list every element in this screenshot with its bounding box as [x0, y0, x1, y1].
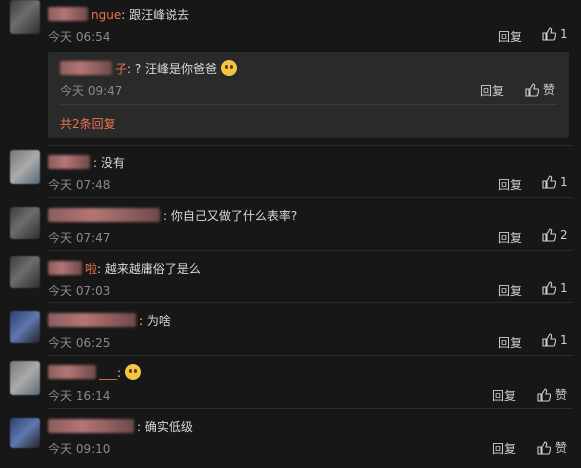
like-button[interactable]: 1: [542, 333, 568, 347]
comment-text: 为啥: [146, 314, 171, 328]
smirk-emoji-icon: [124, 364, 141, 380]
like-button[interactable]: 2: [542, 228, 568, 242]
comment-text: 越来越庸俗了是么: [104, 262, 201, 276]
divider: [60, 104, 557, 105]
comment-time: 今天 07:48: [48, 178, 111, 192]
comment-time: 今天 07:03: [48, 284, 111, 298]
comment-time: 今天 16:14: [48, 389, 111, 403]
reply-button[interactable]: 回复: [498, 334, 522, 351]
like-label: 赞: [555, 388, 568, 402]
like-label: 赞: [555, 441, 568, 455]
divider: [48, 197, 573, 198]
like-count: 1: [560, 333, 568, 347]
comment-line: ___:: [48, 364, 141, 380]
reply-button[interactable]: 回复: [498, 176, 522, 193]
reply-button[interactable]: 回复: [492, 440, 516, 457]
rolling-eyes-emoji-icon: [220, 60, 237, 76]
comment-time: 今天 06:25: [48, 336, 111, 350]
like-count: 2: [560, 228, 568, 242]
thumbs-up-icon: [542, 175, 556, 189]
username-blurred[interactable]: [48, 261, 82, 275]
comment-text: 跟汪峰说去: [129, 8, 190, 22]
avatar[interactable]: [10, 0, 40, 34]
username-blurred[interactable]: [48, 313, 136, 327]
reply-button[interactable]: 回复: [498, 282, 522, 299]
username-blurred[interactable]: [48, 155, 90, 169]
like-count: 1: [560, 175, 568, 189]
divider: [48, 145, 573, 146]
thumbs-up-icon: [537, 387, 551, 402]
like-button[interactable]: 1: [542, 27, 568, 41]
thumbs-up-icon: [542, 228, 556, 242]
avatar[interactable]: [10, 418, 40, 448]
username-blurred[interactable]: [48, 365, 96, 379]
username[interactable]: ___: [99, 366, 117, 380]
reply-button[interactable]: 回复: [498, 229, 522, 246]
thumbs-up-icon: [525, 82, 539, 97]
reply-button[interactable]: 回复: [498, 28, 522, 45]
comment-line: : 为啥: [48, 312, 171, 329]
comment-text: 你自己又做了什么表率?: [170, 209, 298, 223]
like-button[interactable]: 赞: [537, 439, 567, 456]
comment-line: : 确实低级: [48, 418, 193, 435]
username-blurred[interactable]: [48, 208, 160, 222]
like-button[interactable]: 赞: [525, 81, 555, 98]
divider: [48, 355, 573, 356]
like-button[interactable]: 赞: [537, 386, 567, 403]
comment-line: 啦: 越来越庸俗了是么: [48, 260, 201, 277]
comment-time: 今天 06:54: [48, 30, 111, 44]
comment-time: 今天 07:47: [48, 231, 111, 245]
like-button[interactable]: 1: [542, 281, 568, 295]
thumbs-up-icon: [542, 333, 556, 347]
comment-line: ngue: 跟汪峰说去: [48, 6, 189, 23]
avatar[interactable]: [10, 361, 40, 395]
reply-button[interactable]: 回复: [492, 387, 516, 404]
username[interactable]: 子: [115, 62, 127, 76]
sub-reply-box: 子: ? 汪峰是你爸爸 今天 09:47 回复 赞 共2条回复: [48, 52, 569, 138]
comment-line: : 你自己又做了什么表率?: [48, 207, 297, 224]
avatar[interactable]: [10, 150, 40, 184]
sub-reply-line: 子: ? 汪峰是你爸爸: [60, 60, 237, 77]
username[interactable]: ngue: [91, 8, 121, 22]
thumbs-up-icon: [542, 281, 556, 295]
comment-text: 确实低级: [144, 420, 193, 434]
divider: [48, 408, 573, 409]
avatar[interactable]: [10, 311, 40, 343]
like-button[interactable]: 1: [542, 175, 568, 189]
comment-time: 今天 09:10: [48, 442, 111, 456]
sub-reply-time: 今天 09:47: [60, 84, 123, 98]
reply-button[interactable]: 回复: [480, 82, 504, 99]
avatar[interactable]: [10, 207, 40, 239]
more-replies-link[interactable]: 共2条回复: [60, 115, 116, 132]
comment-line: : 没有: [48, 154, 125, 171]
username-blurred[interactable]: [60, 61, 112, 75]
username-blurred[interactable]: [48, 419, 134, 433]
comment-text: 没有: [100, 156, 125, 170]
thumbs-up-icon: [537, 440, 551, 455]
sub-reply-text: ? 汪峰是你爸爸: [134, 62, 218, 76]
thumbs-up-icon: [542, 27, 556, 41]
like-count: 1: [560, 281, 568, 295]
like-label: 赞: [543, 83, 556, 97]
username[interactable]: 啦: [85, 262, 97, 276]
like-count: 1: [560, 27, 568, 41]
divider: [48, 250, 573, 251]
divider: [48, 302, 573, 303]
avatar[interactable]: [10, 256, 40, 288]
username-blurred[interactable]: [48, 7, 88, 21]
